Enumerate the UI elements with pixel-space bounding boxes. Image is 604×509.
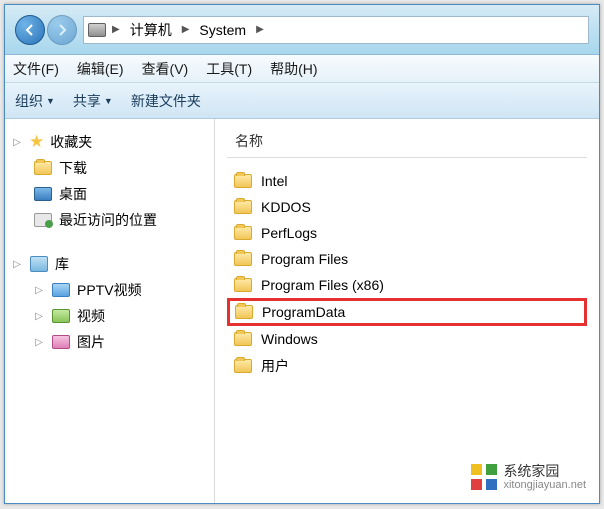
file-row[interactable]: Windows	[227, 326, 587, 352]
favorites-group: ▷ ★ 收藏夹 下载 桌面 最近访问的位置	[9, 129, 210, 233]
sidebar-item-pptv[interactable]: ▷ PPTV视频	[9, 277, 210, 303]
watermark-url: xitongjiayuan.net	[503, 479, 586, 491]
file-row[interactable]: 用户	[227, 352, 587, 380]
sidebar-item-video[interactable]: ▷ 视频	[9, 303, 210, 329]
chevron-right-icon: ▷	[33, 285, 45, 296]
folder-icon	[233, 172, 253, 190]
chevron-down-icon: ▼	[46, 96, 55, 106]
folder-icon	[33, 159, 53, 177]
folder-icon	[233, 357, 253, 375]
chevron-right-icon: ▷	[33, 311, 45, 322]
explorer-window: ▶ 计算机 ▶ System ▶ 文件(F) 编辑(E) 查看(V) 工具(T)…	[4, 4, 600, 504]
folder-icon	[233, 250, 253, 268]
body: ▷ ★ 收藏夹 下载 桌面 最近访问的位置	[5, 119, 599, 503]
menubar: 文件(F) 编辑(E) 查看(V) 工具(T) 帮助(H)	[5, 55, 599, 83]
library-icon	[29, 255, 49, 273]
chevron-right-icon: ▷	[11, 259, 23, 270]
desktop-icon	[33, 185, 53, 203]
share-button[interactable]: 共享▼	[73, 91, 113, 111]
file-row[interactable]: PerfLogs	[227, 220, 587, 246]
recent-icon	[33, 211, 53, 229]
file-label: 用户	[261, 356, 289, 376]
file-label: ProgramData	[262, 304, 345, 320]
chevron-right-icon: ▶	[254, 24, 266, 35]
menu-view[interactable]: 查看(V)	[142, 59, 189, 79]
folder-icon	[233, 330, 253, 348]
watermark: 系统家园 xitongjiayuan.net	[467, 460, 590, 495]
libraries-header[interactable]: ▷ 库	[9, 251, 210, 277]
breadcrumb-system[interactable]: System	[195, 20, 250, 40]
folder-icon	[233, 198, 253, 216]
computer-icon	[88, 21, 106, 39]
picture-icon	[51, 333, 71, 351]
file-row[interactable]: Program Files (x86)	[227, 272, 587, 298]
file-label: Program Files	[261, 251, 348, 267]
star-icon: ★	[29, 132, 44, 152]
chevron-right-icon: ▶	[110, 24, 122, 35]
forward-button[interactable]	[47, 15, 77, 45]
titlebar: ▶ 计算机 ▶ System ▶	[5, 5, 599, 55]
folder-icon	[233, 276, 253, 294]
menu-tools[interactable]: 工具(T)	[206, 59, 252, 79]
video-icon	[51, 307, 71, 325]
breadcrumb-computer[interactable]: 计算机	[126, 18, 176, 42]
sidebar-item-pictures[interactable]: ▷ 图片	[9, 329, 210, 355]
sidebar: ▷ ★ 收藏夹 下载 桌面 最近访问的位置	[5, 119, 215, 503]
file-row[interactable]: KDDOS	[227, 194, 587, 220]
new-folder-button[interactable]: 新建文件夹	[131, 91, 201, 111]
chevron-right-icon: ▷	[33, 337, 45, 348]
file-label: Windows	[261, 331, 318, 347]
menu-edit[interactable]: 编辑(E)	[77, 59, 124, 79]
organize-button[interactable]: 组织▼	[15, 91, 55, 111]
file-row[interactable]: Intel	[227, 168, 587, 194]
chevron-right-icon: ▷	[11, 137, 23, 148]
address-bar[interactable]: ▶ 计算机 ▶ System ▶	[83, 16, 589, 44]
file-label: KDDOS	[261, 199, 311, 215]
column-header-name[interactable]: 名称	[227, 127, 587, 158]
libraries-group: ▷ 库 ▷ PPTV视频 ▷ 视频 ▷ 图片	[9, 251, 210, 355]
file-row[interactable]: ProgramData	[227, 298, 587, 326]
chevron-down-icon: ▼	[104, 96, 113, 106]
folder-icon	[233, 224, 253, 242]
file-list: 名称 Intel KDDOS PerfLogs Program Files Progra…	[215, 119, 599, 503]
folder-icon	[234, 303, 254, 321]
sidebar-item-desktop[interactable]: 桌面	[9, 181, 210, 207]
sidebar-item-downloads[interactable]: 下载	[9, 155, 210, 181]
file-row[interactable]: Program Files	[227, 246, 587, 272]
sidebar-item-recent[interactable]: 最近访问的位置	[9, 207, 210, 233]
file-label: Program Files (x86)	[261, 277, 384, 293]
chevron-right-icon: ▶	[180, 24, 192, 35]
menu-file[interactable]: 文件(F)	[13, 59, 59, 79]
back-button[interactable]	[15, 15, 45, 45]
file-label: Intel	[261, 173, 287, 189]
nav-buttons	[15, 15, 77, 45]
folder-icon	[51, 281, 71, 299]
watermark-logo-icon	[471, 464, 497, 490]
file-label: PerfLogs	[261, 225, 317, 241]
watermark-title: 系统家园	[503, 464, 586, 479]
menu-help[interactable]: 帮助(H)	[270, 59, 317, 79]
favorites-header[interactable]: ▷ ★ 收藏夹	[9, 129, 210, 155]
toolbar: 组织▼ 共享▼ 新建文件夹	[5, 83, 599, 119]
